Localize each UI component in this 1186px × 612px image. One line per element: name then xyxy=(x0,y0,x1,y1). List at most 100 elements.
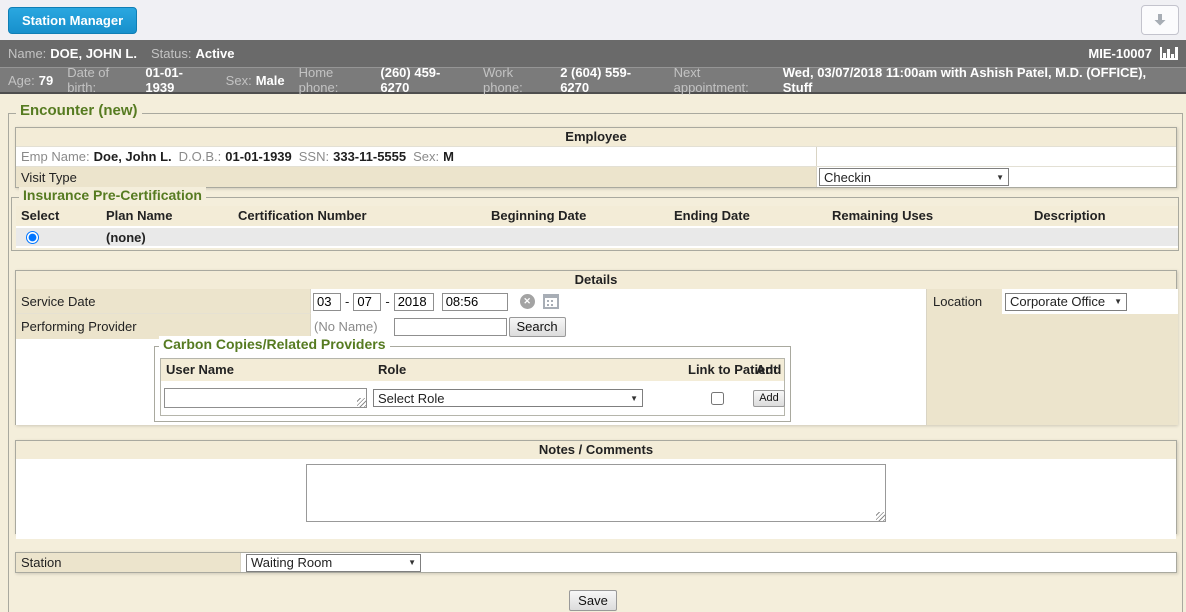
next-appointment-label: Next appointment: xyxy=(674,65,779,95)
carbon-copies-fieldset: Carbon Copies/Related Providers User Nam… xyxy=(154,346,791,422)
service-year-input[interactable] xyxy=(394,293,434,311)
encounter-fieldset-line xyxy=(9,113,1182,114)
carbon-copies-table: User Name Role Link to Patient Add xyxy=(160,358,785,416)
insurance-precert-fieldset: Insurance Pre-Certification Select Plan … xyxy=(11,197,1179,251)
provider-search-input[interactable] xyxy=(394,318,507,336)
name-label: Name: xyxy=(8,46,46,61)
patient-bar: Name: DOE, JOHN L. Status: Active MIE-10… xyxy=(0,40,1186,68)
station-manager-button[interactable]: Station Manager xyxy=(8,7,137,34)
download-icon xyxy=(1151,11,1169,29)
col-ending-date: Ending Date xyxy=(669,206,827,226)
calendar-icon[interactable] xyxy=(543,294,559,309)
chevron-down-icon: ▼ xyxy=(1114,297,1122,306)
download-button[interactable] xyxy=(1141,5,1179,35)
location-cell: Corporate Office ▼ xyxy=(1002,289,1178,314)
employee-info-cell: Emp Name: Doe, John L. D.O.B.: 01-01-193… xyxy=(16,147,817,166)
age-value: 79 xyxy=(39,73,53,88)
cc-role-selected-value: Select Role xyxy=(378,391,444,406)
patient-id: MIE-10007 xyxy=(1088,46,1152,61)
sex-value: Male xyxy=(256,73,285,88)
insurance-precert-table: Select Plan Name Certification Number Be… xyxy=(16,206,1178,248)
location-block: Location Corporate Office ▼ xyxy=(926,289,1178,425)
cc-role-select[interactable]: Select Role ▼ xyxy=(373,389,643,407)
service-date-cell: - - ✕ xyxy=(311,289,926,314)
work-phone-label: Work phone: xyxy=(483,65,556,95)
col-add: Add xyxy=(751,359,784,381)
employee-table-header: Employee xyxy=(16,128,1176,146)
precert-plan-name: (none) xyxy=(101,228,233,247)
col-link-to-patient: Link to Patient xyxy=(683,359,751,381)
emp-ssn-value: 333-11-5555 xyxy=(333,149,406,164)
station-manager-screen: Station Manager Name: DOE, JOHN L. Statu… xyxy=(0,0,1186,612)
details-body: Service Date - - ✕ Performing Provider (… xyxy=(16,289,1176,425)
insurance-precert-row: (none) xyxy=(16,226,1178,248)
insurance-precert-legend: Insurance Pre-Certification xyxy=(19,187,206,203)
col-beginning-date: Beginning Date xyxy=(486,206,669,226)
bar-chart-icon[interactable] xyxy=(1160,47,1178,60)
carbon-copies-header-row: User Name Role Link to Patient Add xyxy=(161,359,784,381)
age-label: Age: xyxy=(8,73,35,88)
notes-header: Notes / Comments xyxy=(16,441,1176,459)
visit-type-selected-value: Checkin xyxy=(824,170,871,185)
location-label: Location xyxy=(927,289,1002,314)
notes-body xyxy=(16,464,1176,539)
employee-info-empty-cell xyxy=(817,147,1176,166)
next-appointment-value: Wed, 03/07/2018 11:00am with Ashish Pate… xyxy=(783,65,1178,95)
details-table: Details Service Date - - ✕ Performing Pr… xyxy=(15,270,1177,425)
carbon-copies-legend: Carbon Copies/Related Providers xyxy=(159,336,390,352)
visit-type-label: Visit Type xyxy=(16,167,817,187)
insurance-precert-header-row: Select Plan Name Certification Number Be… xyxy=(16,206,1178,226)
patient-name: DOE, JOHN L. xyxy=(50,46,137,61)
date-separator: - xyxy=(385,294,389,309)
sex-label: Sex: xyxy=(226,73,252,88)
no-name-text: (No Name) xyxy=(314,319,378,334)
date-separator: - xyxy=(345,294,349,309)
col-description: Description xyxy=(1029,206,1178,226)
cc-user-name-input[interactable] xyxy=(164,388,367,408)
col-remaining-uses: Remaining Uses xyxy=(827,206,1029,226)
provider-search-button[interactable]: Search xyxy=(509,317,566,337)
details-table-header: Details xyxy=(16,271,1176,289)
visit-type-row: Visit Type Checkin ▼ xyxy=(16,166,1176,187)
notes-textarea[interactable] xyxy=(306,464,886,522)
service-date-label: Service Date xyxy=(16,289,311,314)
station-select[interactable]: Waiting Room ▼ xyxy=(246,554,421,572)
clear-date-icon[interactable]: ✕ xyxy=(520,294,535,309)
cc-link-to-patient-checkbox[interactable] xyxy=(711,392,724,405)
col-select: Select xyxy=(16,206,101,226)
employee-table: Employee Emp Name: Doe, John L. D.O.B.: … xyxy=(15,127,1177,188)
cc-add-button[interactable]: Add xyxy=(753,390,785,407)
demographics-bar: Age: 79 Date of birth: 01-01-1939 Sex: M… xyxy=(0,68,1186,94)
emp-name-value: Doe, John L. xyxy=(94,149,172,164)
col-user-name: User Name xyxy=(161,359,373,381)
station-selected-value: Waiting Room xyxy=(251,555,332,570)
status-label: Status: xyxy=(151,46,191,61)
precert-none-radio[interactable] xyxy=(26,231,39,244)
home-phone-value: (260) 459-6270 xyxy=(380,65,469,95)
emp-dob-value: 01-01-1939 xyxy=(225,149,292,164)
station-row: Station Waiting Room ▼ xyxy=(16,553,1176,572)
notes-table: Notes / Comments xyxy=(15,440,1177,534)
performing-provider-cell: (No Name) Search xyxy=(311,314,926,339)
service-time-input[interactable] xyxy=(442,293,508,311)
employee-info-row: Emp Name: Doe, John L. D.O.B.: 01-01-193… xyxy=(16,146,1176,166)
carbon-copies-input-row: Select Role ▼ Add xyxy=(161,381,784,415)
home-phone-label: Home phone: xyxy=(299,65,377,95)
chevron-down-icon: ▼ xyxy=(996,173,1004,182)
emp-sex-label: Sex: xyxy=(413,149,439,164)
dob-label: Date of birth: xyxy=(67,65,141,95)
emp-dob-label: D.O.B.: xyxy=(179,149,222,164)
emp-sex-value: M xyxy=(443,149,454,164)
col-plan-name: Plan Name xyxy=(101,206,233,226)
service-day-input[interactable] xyxy=(353,293,381,311)
station-cell: Waiting Room ▼ xyxy=(241,553,1176,572)
chevron-down-icon: ▼ xyxy=(408,558,416,567)
chevron-down-icon: ▼ xyxy=(630,394,638,403)
save-button[interactable]: Save xyxy=(569,590,617,611)
top-toolbar: Station Manager xyxy=(0,0,1186,40)
emp-name-label: Emp Name: xyxy=(21,149,90,164)
service-month-input[interactable] xyxy=(313,293,341,311)
visit-type-select[interactable]: Checkin ▼ xyxy=(819,168,1009,186)
location-select[interactable]: Corporate Office ▼ xyxy=(1005,293,1127,311)
emp-ssn-label: SSN: xyxy=(299,149,329,164)
